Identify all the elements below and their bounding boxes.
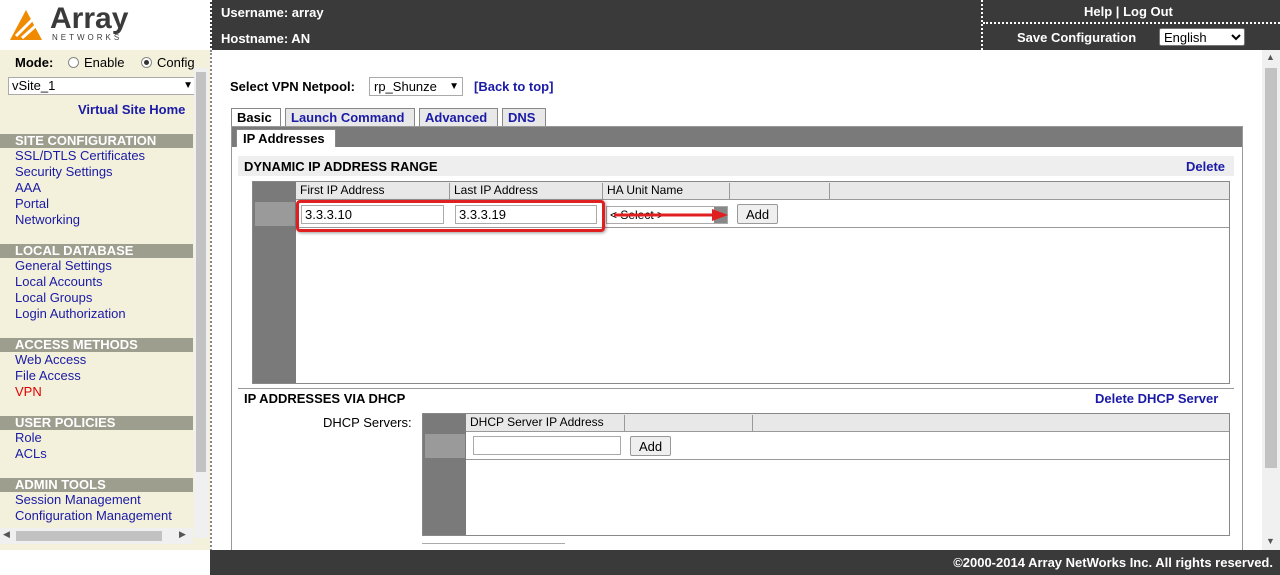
tab-basic[interactable]: Basic bbox=[231, 108, 281, 126]
col-last-ip: Last IP Address bbox=[450, 183, 603, 199]
mode-label: Mode: bbox=[15, 55, 54, 70]
mode-config-label: Config bbox=[157, 55, 195, 70]
sidebar-vertical-scrollbar[interactable] bbox=[194, 68, 208, 538]
col-ha-unit-name: HA Unit Name bbox=[603, 183, 730, 199]
dhcp-server-ip-input[interactable] bbox=[473, 436, 621, 455]
main-scroll-thumb[interactable] bbox=[1265, 68, 1277, 468]
sidebar: Mode: Enable Config vSite_1 ▼ Virtual Si… bbox=[0, 50, 210, 550]
section-user-policies: USER POLICIES bbox=[0, 416, 193, 430]
sidebar-item-login-authorization[interactable]: Login Authorization bbox=[15, 306, 126, 322]
sidebar-item-session-management[interactable]: Session Management bbox=[15, 492, 141, 508]
section-access-methods: ACCESS METHODS bbox=[0, 338, 193, 352]
sidebar-item-aaa[interactable]: AAA bbox=[15, 180, 41, 196]
header-separator: | bbox=[1115, 4, 1120, 19]
scroll-right-icon[interactable]: ▶ bbox=[179, 529, 186, 540]
section-admin-tools: ADMIN TOOLS bbox=[0, 478, 193, 492]
logout-link[interactable]: Log Out bbox=[1123, 4, 1173, 19]
mode-config-radio[interactable] bbox=[141, 57, 152, 68]
col-dhcp-server-ip: DHCP Server IP Address bbox=[466, 415, 625, 431]
virtual-site-home-link[interactable]: Virtual Site Home bbox=[78, 102, 185, 117]
col-action bbox=[730, 183, 830, 199]
logo-subtext: NETWORKS bbox=[52, 33, 123, 42]
header-divider-right bbox=[981, 0, 983, 50]
sidebar-item-file-access[interactable]: File Access bbox=[15, 368, 81, 384]
help-link[interactable]: Help bbox=[1084, 4, 1112, 19]
sidebar-hscroll-thumb[interactable] bbox=[16, 531, 162, 541]
site-select[interactable]: vSite_1 ▼ bbox=[8, 77, 196, 95]
copyright: ©2000-2014 Array NetWorks Inc. All right… bbox=[953, 555, 1273, 570]
chevron-down-icon: ▼ bbox=[449, 81, 459, 92]
back-to-top-link[interactable]: [Back to top] bbox=[474, 79, 553, 94]
language-select[interactable]: English bbox=[1159, 28, 1245, 46]
section-site-configuration: SITE CONFIGURATION bbox=[0, 134, 193, 148]
tab-advanced[interactable]: Advanced bbox=[419, 108, 498, 126]
delete-dhcp-server-link[interactable]: Delete DHCP Server bbox=[1095, 391, 1218, 406]
sidebar-scroll-thumb[interactable] bbox=[196, 72, 206, 472]
sidebar-item-role[interactable]: Role bbox=[15, 430, 42, 446]
section-divider bbox=[238, 388, 1234, 389]
header-divider bbox=[210, 0, 212, 50]
tab-dns[interactable]: DNS bbox=[502, 108, 546, 126]
delete-link[interactable]: Delete bbox=[1186, 159, 1225, 174]
scroll-up-icon[interactable]: ▲ bbox=[1266, 52, 1275, 62]
main-vertical-scrollbar[interactable]: ▲ ▼ bbox=[1262, 50, 1280, 550]
netpool-select[interactable]: rp_Shunze ▼ bbox=[369, 77, 463, 96]
dhcp-row-divider bbox=[466, 459, 1229, 460]
section-local-database: LOCAL DATABASE bbox=[0, 244, 193, 258]
col-first-ip: First IP Address bbox=[296, 183, 450, 199]
highlight-box bbox=[296, 200, 605, 232]
site-select-value: vSite_1 bbox=[12, 78, 56, 93]
sidebar-item-security-settings[interactable]: Security Settings bbox=[15, 164, 113, 180]
logo: Array NETWORKS bbox=[0, 0, 210, 50]
sidebar-item-portal[interactable]: Portal bbox=[15, 196, 49, 212]
col-dhcp-action bbox=[625, 415, 753, 431]
subtab-ip-addresses[interactable]: IP Addresses bbox=[236, 129, 336, 147]
subtab-bar bbox=[232, 127, 1242, 147]
dhcp-row-gutter bbox=[423, 414, 466, 535]
mode-enable-label: Enable bbox=[84, 55, 125, 70]
dynamic-ip-title: DYNAMIC IP ADDRESS RANGE bbox=[244, 159, 438, 174]
sidebar-item-ssl-certificates[interactable]: SSL/DTLS Certificates bbox=[15, 148, 145, 164]
red-arrow-icon bbox=[614, 209, 728, 221]
dhcp-row-handle[interactable] bbox=[425, 434, 465, 458]
sidebar-item-vpn[interactable]: VPN bbox=[15, 384, 42, 400]
hostname-label: Hostname: AN bbox=[221, 31, 311, 46]
username-label: Username: array bbox=[221, 5, 324, 20]
save-configuration-link[interactable]: Save Configuration bbox=[1017, 30, 1136, 45]
sidebar-item-general-settings[interactable]: General Settings bbox=[15, 258, 112, 274]
netpool-label: Select VPN Netpool: bbox=[230, 79, 355, 94]
logo-text: Array bbox=[50, 2, 129, 35]
dhcp-title: IP ADDRESSES VIA DHCP bbox=[244, 391, 406, 406]
array-logo-icon bbox=[10, 10, 42, 40]
sidebar-item-web-access[interactable]: Web Access bbox=[15, 352, 86, 368]
sidebar-horizontal-scrollbar[interactable]: ◀ ▶ bbox=[0, 528, 193, 544]
header-divider-h bbox=[983, 22, 1280, 24]
footer: ©2000-2014 Array NetWorks Inc. All right… bbox=[210, 550, 1280, 575]
tab-launch-command[interactable]: Launch Command bbox=[285, 108, 415, 126]
sidebar-item-networking[interactable]: Networking bbox=[15, 212, 80, 228]
chevron-down-icon: ▼ bbox=[183, 80, 193, 91]
sidebar-item-acls[interactable]: ACLs bbox=[15, 446, 47, 462]
scroll-left-icon[interactable]: ◀ bbox=[3, 529, 10, 540]
add-dhcp-button[interactable]: Add bbox=[630, 436, 672, 456]
table-row-handle[interactable] bbox=[255, 202, 295, 226]
mode-enable-radio[interactable] bbox=[68, 57, 79, 68]
add-range-button[interactable]: Add bbox=[737, 204, 779, 224]
footer-left bbox=[0, 550, 210, 575]
scroll-down-icon[interactable]: ▼ bbox=[1266, 536, 1275, 546]
sidebar-divider bbox=[210, 50, 212, 575]
netpool-select-value: rp_Shunze bbox=[374, 79, 437, 94]
sidebar-item-local-groups[interactable]: Local Groups bbox=[15, 290, 92, 306]
sidebar-item-configuration-management[interactable]: Configuration Management bbox=[15, 508, 172, 524]
sidebar-item-local-accounts[interactable]: Local Accounts bbox=[15, 274, 102, 290]
dhcp-servers-label: DHCP Servers: bbox=[323, 415, 412, 430]
